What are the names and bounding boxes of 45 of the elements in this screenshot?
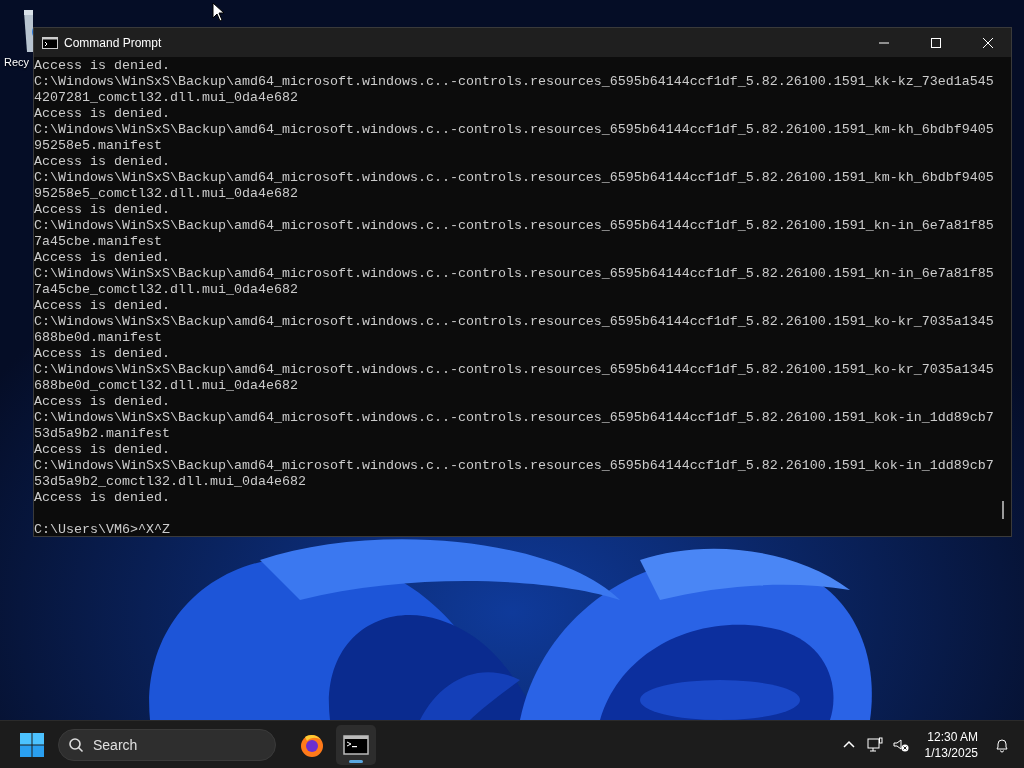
scrollbar-thumb[interactable] <box>1002 501 1004 519</box>
console-line: Access is denied. <box>34 394 170 410</box>
console-line: C:\Windows\WinSxS\Backup\amd64_microsoft.windows.c..-controls.resources_6595b64144ccf1df_5.82.26100.1591_kn-in_6e7a81f85 <box>34 266 994 282</box>
maximize-icon[interactable] <box>930 36 942 49</box>
search-field[interactable]: Search <box>58 728 276 761</box>
clock-time[interactable]: 12:30 AM <box>927 728 978 745</box>
close-icon[interactable] <box>982 36 994 49</box>
console-line: C:\Windows\WinSxS\Backup\amd64_microsoft.windows.c..-controls.resources_6595b64144ccf1df_5.82.26100.1591_km-kh_6bdbf9405 <box>34 122 994 138</box>
console-line: Access is denied. <box>34 106 170 122</box>
console-line: Access is denied. <box>34 490 170 506</box>
desktop-icon-label[interactable]: Recy <box>4 56 30 68</box>
start-button[interactable] <box>19 731 45 758</box>
cursor-icon <box>212 2 225 22</box>
console-line: C:\Windows\WinSxS\Backup\amd64_microsoft.windows.c..-controls.resources_6595b64144ccf1df_5.82.26100.1591_kok-in_1dd89cb7 <box>34 410 994 426</box>
console-line: 53d5a9b2_comctl32.dll.mui_0da4e682 <box>34 474 306 490</box>
console-icon <box>42 36 58 49</box>
console-line: 7a45cbe.manifest <box>34 234 162 250</box>
clock-date[interactable]: 1/13/2025 <box>924 744 978 761</box>
console-line: Access is denied. <box>34 442 170 458</box>
console-line: C:\Windows\WinSxS\Backup\amd64_microsoft.windows.c..-controls.resources_6595b64144ccf1df_5.82.26100.1591_km-kh_6bdbf9405 <box>34 170 994 186</box>
console-line: C:\Windows\WinSxS\Backup\amd64_microsoft.windows.c..-controls.resources_6595b64144ccf1df_5.82.26100.1591_kk-kz_73ed1a545 <box>34 74 994 90</box>
taskbar-app[interactable] <box>336 724 376 765</box>
console-line: C:\Windows\WinSxS\Backup\amd64_microsoft.windows.c..-controls.resources_6595b64144ccf1df_5.82.26100.1591_ko-kr_7035a1345 <box>34 314 994 330</box>
speaker-muted-icon[interactable] <box>892 736 909 753</box>
console-line: Access is denied. <box>34 250 170 266</box>
console-line: 95258e5_comctl32.dll.mui_0da4e682 <box>34 186 298 202</box>
console-line: Access is denied. <box>34 298 170 314</box>
console-line: C:\Windows\WinSxS\Backup\amd64_microsoft.windows.c..-controls.resources_6595b64144ccf1df_5.82.26100.1591_kok-in_1dd89cb7 <box>34 458 994 474</box>
network-icon[interactable] <box>866 736 883 753</box>
console-line: C:\Windows\WinSxS\Backup\amd64_microsoft.windows.c..-controls.resources_6595b64144ccf1df_5.82.26100.1591_ko-kr_7035a1345 <box>34 362 994 378</box>
console-line: 688be0d_comctl32.dll.mui_0da4e682 <box>34 378 298 394</box>
notification-bell-icon[interactable] <box>994 736 1010 753</box>
console-line: Access is denied. <box>34 58 170 74</box>
console-line: 688be0d.manifest <box>34 330 162 346</box>
command-prompt-line[interactable]: C:\Users\VM6>^X^Z <box>34 522 170 538</box>
console-line: Access is denied. <box>34 346 170 362</box>
console-line: 95258e5.manifest <box>34 138 162 154</box>
console-line: 53d5a9b2.manifest <box>34 426 170 442</box>
console-line: Access is denied. <box>34 202 170 218</box>
window-title: Command Prompt <box>64 35 163 50</box>
console-line: 7a45cbe_comctl32.dll.mui_0da4e682 <box>34 282 298 298</box>
console-line: Access is denied. <box>34 154 170 170</box>
console-line: 4207281_comctl32.dll.mui_0da4e682 <box>34 90 298 106</box>
console-line: C:\Windows\WinSxS\Backup\amd64_microsoft.windows.c..-controls.resources_6595b64144ccf1df_5.82.26100.1591_kn-in_6e7a81f85 <box>34 218 994 234</box>
search-icon <box>68 736 84 753</box>
